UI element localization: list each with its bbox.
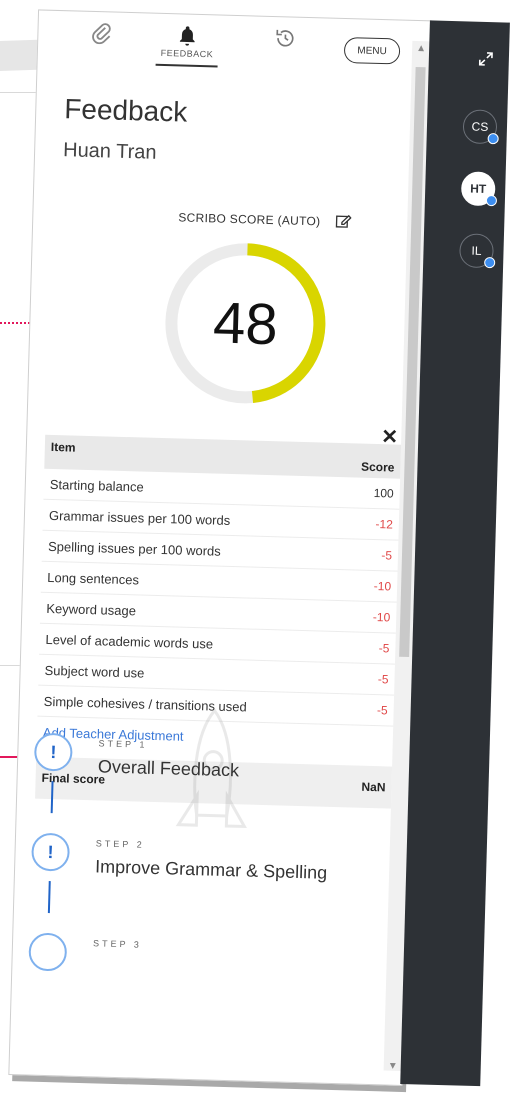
step-improve-grammar[interactable]: ! STEP 2 Improve Grammar & Spelling [29,832,392,943]
avatar-initials: HT [470,181,487,196]
row-item: Spelling issues per 100 words [47,538,221,559]
expand-icon[interactable] [478,52,493,66]
student-avatar-il[interactable]: IL [459,233,496,269]
avatar-initials: CS [471,119,489,135]
score-value: 48 [212,289,279,357]
status-dot [485,194,498,207]
scroll-down-arrow[interactable]: ▼ [388,1061,398,1072]
scroll-up-arrow[interactable]: ▲ [416,43,426,54]
row-score: -12 [375,517,394,532]
column-header-item: Item [50,439,76,455]
row-score: -10 [372,609,391,625]
step-number: STEP 2 [95,838,145,850]
score-gauge: 48 [158,236,333,411]
tab-attachments[interactable] [86,22,117,45]
history-icon [276,29,294,47]
step-connector [50,781,54,814]
table-body: Starting balance 100 Grammar issues per 10… [37,468,401,727]
row-item: Long sentences [47,569,140,587]
student-avatar-ht[interactable]: HT [460,171,498,207]
feedback-device: FEEDBACK MENU ▲ ▼ Feedback Huan Tran SCR… [8,9,510,1087]
column-header-score: Score [360,459,395,475]
row-score: -5 [381,548,393,563]
row-score: 100 [373,485,394,501]
step-alert-icon [28,932,68,972]
status-dot [487,133,499,145]
step-title: Overall Feedback [97,756,240,781]
page-title: Feedback [63,93,188,128]
active-tab-indicator [155,63,218,68]
step-connector [47,881,51,914]
row-score: -5 [377,672,389,687]
step-alert-icon: ! [31,832,71,872]
row-score: -5 [378,641,390,656]
step-number: STEP 3 [92,938,143,950]
row-item: Starting balance [49,476,144,495]
status-dot [484,256,496,269]
row-item: Grammar issues per 100 words [48,507,231,528]
student-avatar-cs[interactable]: CS [462,109,499,145]
step-3[interactable]: STEP 3 [27,932,390,1043]
feedback-panel: FEEDBACK MENU ▲ ▼ Feedback Huan Tran SCR… [8,9,432,1086]
edit-score-icon[interactable] [335,213,352,229]
step-overall-feedback[interactable]: ! STEP 1 Overall Feedback [32,732,395,843]
tab-feedback-label: FEEDBACK [160,47,214,60]
bell-icon [179,26,195,46]
row-score: -10 [373,579,392,594]
menu-button[interactable]: MENU [343,36,401,65]
step-title: Improve Grammar & Spelling [94,856,328,883]
row-item: Keyword usage [46,600,137,618]
row-item: Subject word use [44,662,145,681]
row-score: -5 [376,703,388,718]
tab-history[interactable] [270,27,301,50]
paperclip-icon [92,23,111,45]
panel-toolbar: FEEDBACK MENU [37,10,431,87]
row-item: Level of academic words use [45,631,214,652]
step-alert-icon: ! [33,732,73,772]
avatar-initials: IL [471,243,482,258]
feedback-steps: ! STEP 1 Overall Feedback ! STEP 2 Impro… [27,732,395,1043]
score-label: SCRIBO SCORE (AUTO) [178,210,321,229]
step-number: STEP 1 [98,738,148,750]
student-name: Huan Tran [62,139,157,164]
tab-feedback[interactable]: FEEDBACK [155,24,219,68]
